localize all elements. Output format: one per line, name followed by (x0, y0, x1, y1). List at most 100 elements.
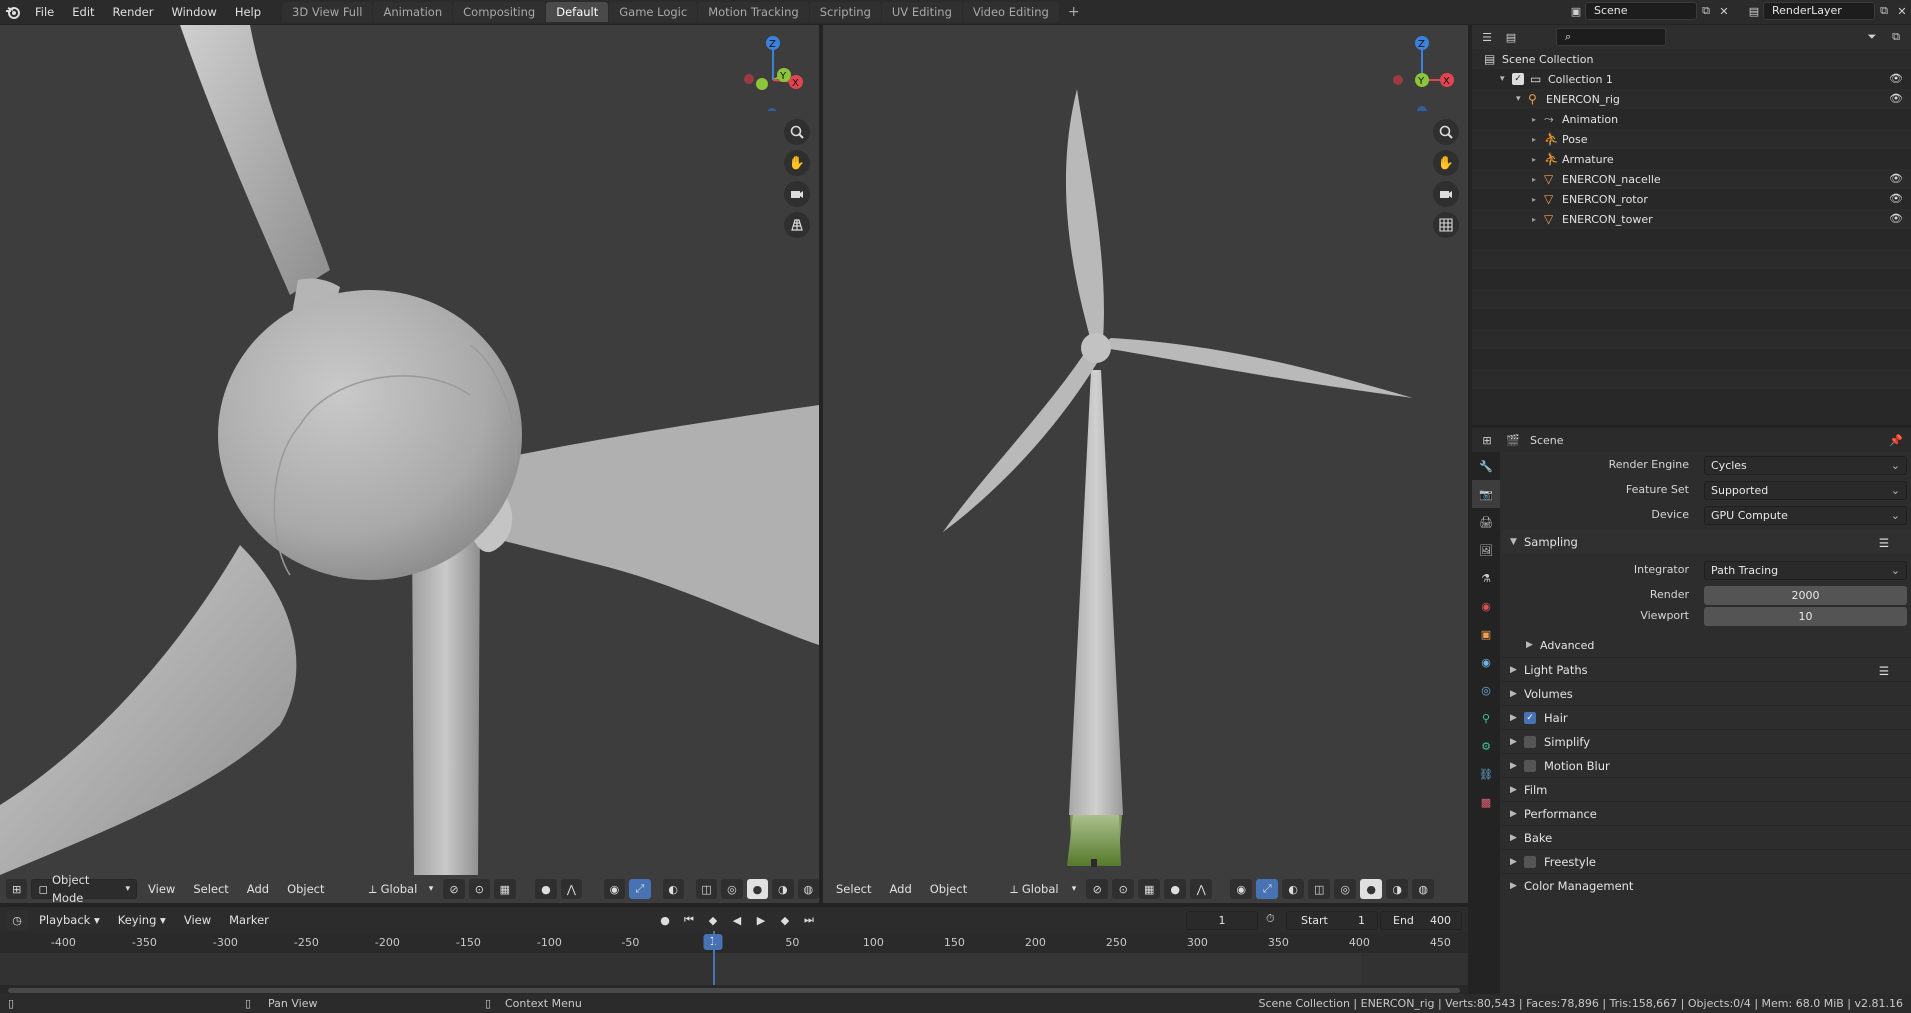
collapse-triangle-icon[interactable]: ▸ (1532, 215, 1544, 224)
panel-enable-checkbox[interactable] (1524, 735, 1536, 748)
proportional-edit-icon[interactable]: ● (1164, 879, 1187, 899)
object-menu[interactable]: Object (280, 879, 331, 899)
new-collection-icon[interactable]: ⧉ (1887, 28, 1905, 46)
blender-logo-icon[interactable] (0, 0, 26, 24)
snap-grid-icon[interactable]: ▦ (494, 879, 516, 899)
workspace-tab-default[interactable]: Default (546, 2, 609, 22)
workspace-tab-3d-view-full[interactable]: 3D View Full (282, 2, 373, 22)
xray-icon[interactable]: ◫ (695, 879, 718, 899)
panel-enable-checkbox[interactable]: ✓ (1524, 711, 1536, 724)
object-tab-icon[interactable]: ▣ (1472, 620, 1500, 648)
outliner-search-input[interactable]: ⌕ (1556, 28, 1666, 46)
outliner-row[interactable]: ▸ ⛹ Armature (1472, 149, 1911, 169)
wireframe-shading-icon[interactable]: ◎ (1334, 879, 1357, 899)
prev-keyframe-icon[interactable]: ◆ (702, 910, 724, 930)
collapse-triangle-icon[interactable]: ▸ (1532, 175, 1544, 184)
visibility-eye-icon[interactable]: 👁 (1889, 212, 1903, 225)
visibility-eye-icon[interactable]: 👁 (1889, 92, 1903, 105)
outliner-row[interactable]: ▸ ▽ ENERCON_tower 👁 (1472, 209, 1911, 229)
feature-set-dropdown[interactable]: Supported ⌄ (1704, 481, 1907, 500)
snap-icon[interactable]: ⊙ (468, 879, 491, 899)
properties-editor-icon[interactable]: ⊞ (1478, 431, 1496, 449)
render-layer-icon[interactable]: ▤ (1745, 2, 1763, 20)
transform-orientation-dropdown[interactable]: ⟂ Global ▾ (363, 879, 439, 899)
timeline-editor-icon[interactable]: ◷ (6, 910, 28, 930)
camera-view-icon[interactable] (1433, 181, 1459, 207)
object-mode-dropdown[interactable]: ◻ Object Mode ▾ (31, 873, 138, 903)
material-shading-icon[interactable]: ◑ (772, 879, 794, 899)
outliner-row[interactable]: ▸ ⛹ Pose (1472, 129, 1911, 149)
view-menu[interactable]: View (141, 879, 182, 899)
playback-menu[interactable]: Playback ▾ (32, 910, 107, 930)
left-3d-viewport[interactable]: Z Y X ✋ ⊞ ◻ Object Mode ▾ View Select Ad… (0, 25, 819, 903)
zoom-icon[interactable] (784, 119, 810, 145)
outliner-row[interactable]: ▸ ▽ ENERCON_nacelle 👁 (1472, 169, 1911, 189)
panel-color-management[interactable]: ▶ Color Management (1502, 873, 1911, 897)
snap-grid-icon[interactable]: ▦ (1138, 879, 1161, 899)
next-keyframe-icon[interactable]: ◆ (774, 910, 796, 930)
view-layer-tab-icon[interactable]: 🖼 (1472, 536, 1500, 564)
collapse-triangle-icon[interactable]: ▸ (1532, 195, 1544, 204)
workspace-tab-video-editing[interactable]: Video Editing (962, 2, 1059, 22)
menu-help[interactable]: Help (226, 0, 270, 24)
workspace-tab-animation[interactable]: Animation (373, 2, 453, 22)
object-menu[interactable]: Object (923, 879, 974, 899)
display-mode-icon[interactable]: ▤ (1502, 28, 1520, 46)
add-workspace-button[interactable]: + (1060, 2, 1088, 22)
device-dropdown[interactable]: GPU Compute ⌄ (1704, 506, 1907, 525)
panel-freestyle[interactable]: ▶ Freestyle (1502, 849, 1911, 873)
collection-checkbox[interactable]: ✓ (1512, 73, 1524, 85)
timeline-ruler[interactable]: -400-350-300-250-200-150-100-50150100150… (0, 933, 1468, 953)
perspective-grid-icon[interactable] (784, 212, 810, 238)
object-data-tab-icon[interactable]: ⚙ (1472, 732, 1500, 760)
pivot-icon[interactable]: ⊘ (1086, 879, 1109, 899)
jump-end-icon[interactable]: ⏭ (798, 910, 820, 930)
workspace-tab-compositing[interactable]: Compositing (453, 2, 546, 22)
editor-type-icon[interactable]: ⊞ (6, 879, 28, 899)
new-layer-icon[interactable]: ⧉ (1875, 2, 1893, 20)
menu-window[interactable]: Window (162, 0, 225, 24)
gizmo-toggle-icon[interactable]: ⤢ (1256, 879, 1279, 899)
panel-light-paths[interactable]: ▶ Light Paths ☰ (1502, 657, 1911, 681)
visibility-eye-icon[interactable]: 👁 (1889, 192, 1903, 205)
modifier-tab-icon[interactable]: ◉ (1472, 648, 1500, 676)
add-menu[interactable]: Add (240, 879, 276, 899)
pan-hand-icon[interactable]: ✋ (1433, 150, 1459, 176)
presets-list-icon[interactable]: ☰ (1879, 536, 1889, 550)
render-samples-field[interactable]: 2000 (1704, 586, 1907, 605)
material-shading-icon[interactable]: ◑ (1386, 879, 1409, 899)
axis-gizmo[interactable]: Z Y X (740, 31, 810, 118)
pan-hand-icon[interactable]: ✋ (784, 150, 810, 176)
outliner-row[interactable]: ▤ Scene Collection (1472, 49, 1911, 69)
timeline-track-area[interactable] (0, 931, 1468, 985)
world-tab-icon[interactable]: ◉ (1472, 592, 1500, 620)
panel-enable-checkbox[interactable] (1524, 855, 1536, 868)
panel-motion-blur[interactable]: ▶ Motion Blur (1502, 753, 1911, 777)
record-icon[interactable]: ● (654, 910, 676, 930)
falloff-icon[interactable]: ⋀ (560, 879, 583, 899)
scene-icon[interactable]: ▣ (1567, 2, 1585, 20)
texture-tab-icon[interactable]: ▩ (1472, 788, 1500, 816)
menu-file[interactable]: File (26, 0, 63, 24)
ortho-grid-icon[interactable] (1433, 212, 1459, 238)
axis-gizmo[interactable]: Z Y X (1389, 31, 1459, 116)
output-tab-icon[interactable]: 🖨 (1472, 508, 1500, 536)
panel-simplify[interactable]: ▶ Simplify (1502, 729, 1911, 753)
workspace-tab-scripting[interactable]: Scripting (809, 2, 881, 22)
stopwatch-icon[interactable]: ⏱ (1266, 912, 1275, 926)
tool-tab-icon[interactable]: 🔧 (1472, 452, 1500, 480)
camera-view-icon[interactable] (784, 181, 810, 207)
panel-hair[interactable]: ▶ ✓ Hair (1502, 705, 1911, 729)
visibility-eye-icon[interactable]: 👁 (1889, 72, 1903, 85)
overlay-icon[interactable]: ◐ (1282, 879, 1305, 899)
panel-film[interactable]: ▶ Film (1502, 777, 1911, 801)
outliner-row[interactable]: ▸ ▽ ENERCON_rotor 👁 (1472, 189, 1911, 209)
sampling-panel-header[interactable]: ▼ Sampling ☰ (1502, 530, 1911, 554)
select-menu[interactable]: Select (186, 879, 235, 899)
start-frame-field[interactable]: Start 1 (1286, 911, 1378, 930)
proportional-edit-icon[interactable]: ● (535, 879, 557, 899)
new-scene-icon[interactable]: ⧉ (1697, 2, 1715, 20)
transform-orientation-dropdown[interactable]: ⟂ Global ▾ (1004, 879, 1082, 899)
outliner-editor-icon[interactable]: ☰ (1478, 28, 1496, 46)
viewport-samples-field[interactable]: 10 (1704, 607, 1907, 626)
